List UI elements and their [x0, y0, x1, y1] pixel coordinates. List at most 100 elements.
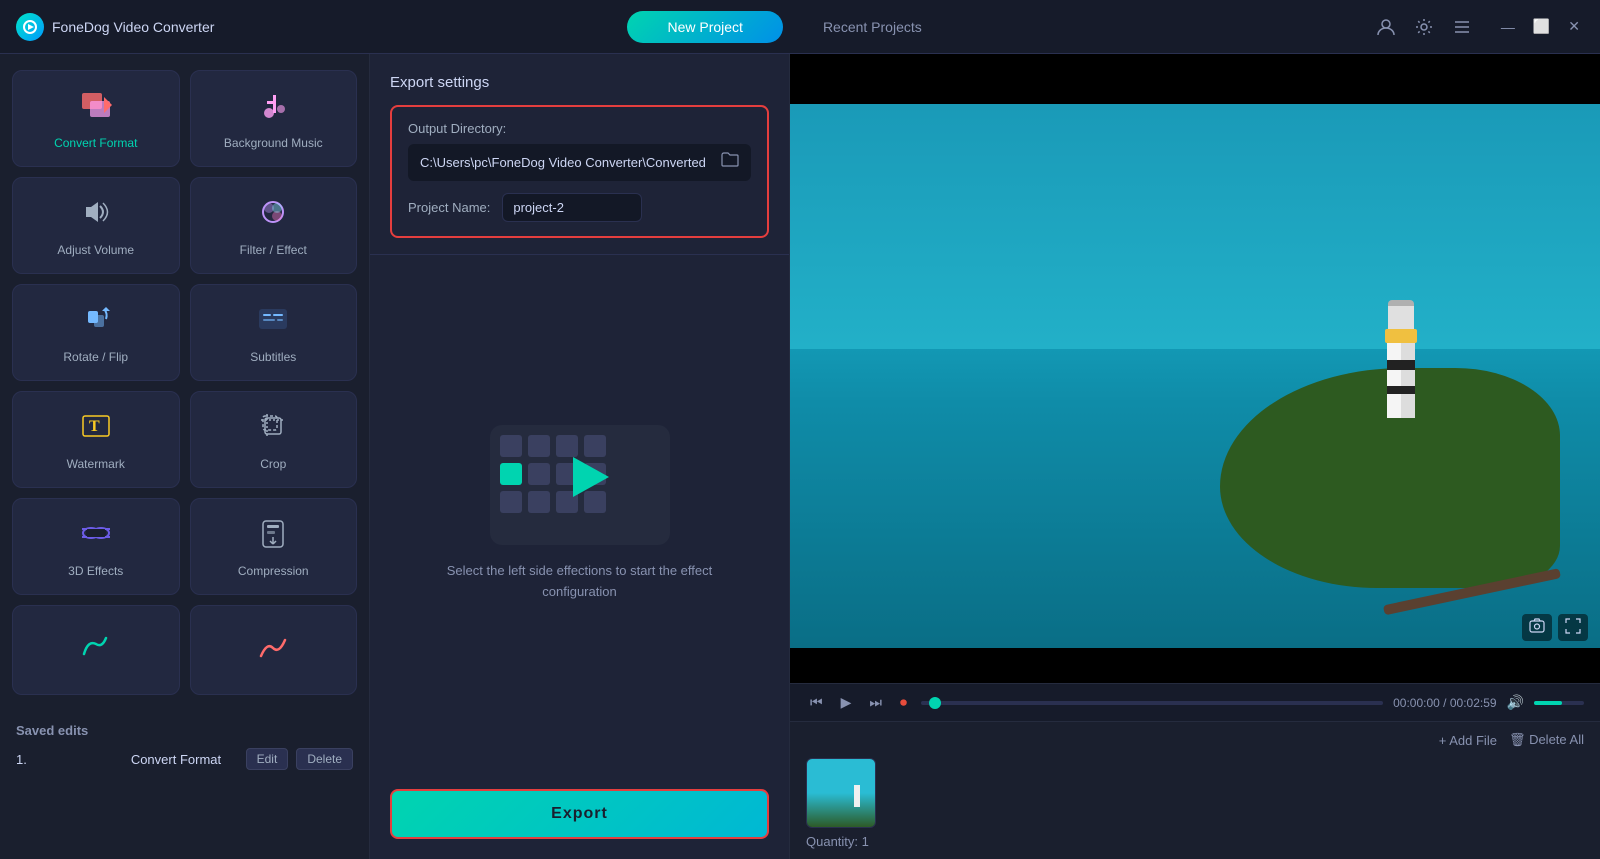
subtitles-label: Subtitles	[250, 350, 296, 364]
maximize-button[interactable]: ⬜	[1529, 16, 1554, 37]
effect-area: Select the left side effections to start…	[370, 255, 789, 773]
edit-button[interactable]: Edit	[246, 748, 289, 770]
sidebar-item-background-music[interactable]: Background Music	[190, 70, 358, 167]
thumbnail-scene	[807, 759, 875, 827]
folder-icon[interactable]	[721, 152, 739, 173]
watermark-icon: T	[78, 408, 114, 449]
compression-label: Compression	[238, 564, 309, 578]
sidebar-item-crop[interactable]: Crop	[190, 391, 358, 488]
sidebar-item-subtitles[interactable]: Subtitles	[190, 284, 358, 381]
sidebar-item-adjust-volume[interactable]: Adjust Volume	[12, 177, 180, 274]
progress-bar[interactable]	[921, 701, 1383, 705]
output-path: C:\Users\pc\FoneDog Video Converter\Conv…	[420, 155, 713, 170]
logo-icon	[16, 13, 44, 41]
center-panel: Export settings Output Directory: C:\Use…	[370, 54, 790, 859]
play-button[interactable]: ▶	[837, 692, 856, 713]
adjust-volume-icon	[78, 194, 114, 235]
filter-effect-label: Filter / Effect	[240, 243, 307, 257]
saved-edits-title: Saved edits	[16, 723, 353, 738]
tab-recent-projects[interactable]: Recent Projects	[783, 11, 962, 43]
time-display: 00:00:00 / 00:02:59	[1393, 696, 1496, 710]
sidebar-item-rotate-flip[interactable]: Rotate / Flip	[12, 284, 180, 381]
tab-bar: New Project Recent Projects	[214, 11, 1374, 43]
convert-format-icon	[78, 87, 114, 128]
delete-all-button[interactable]: 🗑 Delete All	[1509, 732, 1584, 748]
export-button[interactable]: Export	[390, 789, 769, 839]
rotate-flip-label: Rotate / Flip	[63, 350, 128, 364]
background-music-icon	[255, 87, 291, 128]
skip-forward-button[interactable]: ⏭	[865, 692, 886, 713]
file-list-row: Quantity: 1	[806, 758, 1584, 849]
quantity-label: Quantity: 1	[806, 834, 869, 849]
thumbnail-lighthouse	[854, 785, 860, 807]
file-thumbnail[interactable]	[806, 758, 876, 828]
effect-hint-line1: Select the left side effections to start…	[447, 563, 712, 578]
subtitles-icon	[255, 301, 291, 342]
project-name-row: Project Name:	[408, 193, 751, 222]
more1-icon	[78, 630, 114, 671]
minimize-button[interactable]: —	[1497, 16, 1519, 37]
sidebar-item-more2[interactable]	[190, 605, 358, 695]
titlebar-actions: — ⬜ ✕	[1375, 16, 1584, 38]
sidebar-item-compression[interactable]: Compression	[190, 498, 358, 595]
sidebar-item-convert-format[interactable]: Convert Format	[12, 70, 180, 167]
sidebar-item-watermark[interactable]: T Watermark	[12, 391, 180, 488]
svg-text:T: T	[89, 418, 100, 435]
effect-icon-area	[490, 425, 670, 545]
fullscreen-button[interactable]	[1558, 614, 1588, 641]
menu-icon[interactable]	[1451, 16, 1473, 38]
file-list-area: + Add File 🗑 Delete All Quantity: 1	[790, 721, 1600, 859]
skip-back-button[interactable]: ⏮	[806, 692, 827, 713]
screenshot-button[interactable]	[1522, 614, 1552, 641]
tab-new-project[interactable]: New Project	[627, 11, 782, 43]
compression-icon	[255, 515, 291, 556]
3d-effects-label: 3D Effects	[68, 564, 123, 578]
crop-icon	[255, 408, 291, 449]
file-list-header: + Add File 🗑 Delete All	[806, 732, 1584, 748]
delete-button[interactable]: Delete	[296, 748, 353, 770]
close-button[interactable]: ✕	[1564, 16, 1584, 37]
saved-edit-name: Convert Format	[131, 752, 238, 767]
sidebar-item-more1[interactable]	[12, 605, 180, 695]
3d-effects-icon	[78, 515, 114, 556]
sidebar-item-3d-effects[interactable]: 3D Effects	[12, 498, 180, 595]
crop-label: Crop	[260, 457, 286, 471]
output-dir-label: Output Directory:	[408, 121, 751, 136]
account-icon[interactable]	[1375, 16, 1397, 38]
effect-hint-line2: configuration	[542, 584, 616, 599]
adjust-volume-label: Adjust Volume	[57, 243, 134, 257]
export-btn-area: Export	[370, 773, 789, 859]
saved-edit-item: 1. Convert Format Edit Delete	[16, 748, 353, 770]
volume-icon: 🔊	[1507, 694, 1524, 711]
sidebar-item-filter-effect[interactable]: Filter / Effect	[190, 177, 358, 274]
app-logo: FoneDog Video Converter	[16, 13, 214, 41]
record-button[interactable]: ⏺	[896, 692, 911, 713]
background-music-label: Background Music	[224, 136, 323, 150]
video-preview	[790, 104, 1600, 648]
window-controls: — ⬜ ✕	[1497, 16, 1584, 37]
settings-icon[interactable]	[1413, 16, 1435, 38]
right-panel: ⏮ ▶ ⏭ ⏺ 00:00:00 / 00:02:59 🔊 + Add File…	[790, 54, 1600, 859]
progress-dot	[929, 697, 941, 709]
sidebar: Convert Format Background Music Adjust V…	[0, 54, 370, 859]
project-name-input[interactable]	[502, 193, 642, 222]
app-name: FoneDog Video Converter	[52, 19, 214, 35]
video-preview-container	[790, 54, 1600, 683]
saved-edit-index: 1.	[16, 752, 123, 767]
watermark-label: Watermark	[67, 457, 125, 471]
convert-format-label: Convert Format	[54, 136, 137, 150]
project-name-label: Project Name:	[408, 200, 490, 215]
main-layout: Convert Format Background Music Adjust V…	[0, 54, 1600, 859]
titlebar: FoneDog Video Converter New Project Rece…	[0, 0, 1600, 54]
player-controls: ⏮ ▶ ⏭ ⏺ 00:00:00 / 00:02:59 🔊	[790, 683, 1600, 721]
rotate-flip-icon	[78, 301, 114, 342]
more2-icon	[255, 630, 291, 671]
sidebar-grid: Convert Format Background Music Adjust V…	[12, 70, 357, 695]
saved-edits-section: Saved edits 1. Convert Format Edit Delet…	[12, 711, 357, 770]
export-settings: Export settings Output Directory: C:\Use…	[370, 54, 789, 255]
add-file-button[interactable]: + Add File	[1439, 733, 1497, 748]
settings-box: Output Directory: C:\Users\pc\FoneDog Vi…	[390, 105, 769, 238]
effect-hint: Select the left side effections to start…	[447, 561, 712, 603]
volume-bar[interactable]	[1534, 701, 1584, 705]
output-dir-row: C:\Users\pc\FoneDog Video Converter\Conv…	[408, 144, 751, 181]
